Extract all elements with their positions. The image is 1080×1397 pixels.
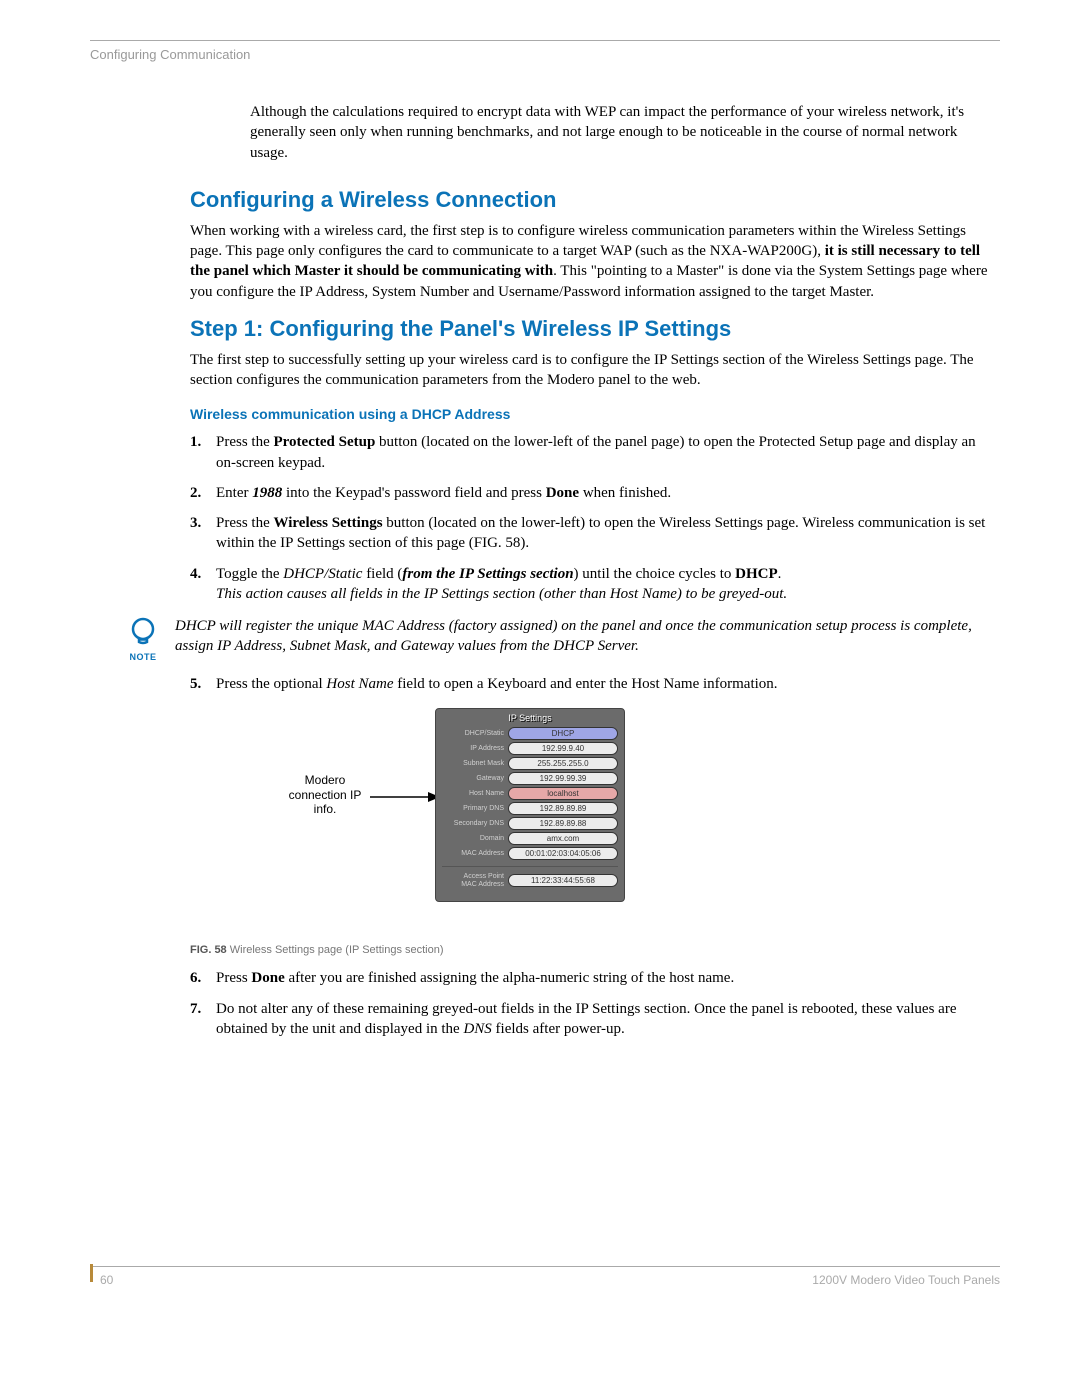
paragraph-wireless: When working with a wireless card, the f… [190, 221, 990, 302]
step-7: 7. Do not alter any of these remaining g… [190, 999, 990, 1040]
arrow-icon [370, 790, 440, 804]
header-section: Configuring Communication [90, 47, 1000, 62]
footer-product: 1200V Modero Video Touch Panels [812, 1273, 1000, 1287]
step-5: 5. Press the optional Host Name field to… [190, 674, 990, 694]
heading-step1: Step 1: Configuring the Panel's Wireless… [190, 316, 990, 342]
ip-row-value: localhost [508, 787, 618, 800]
note-label: NOTE [125, 652, 161, 662]
ip-row-value: 192.99.99.39 [508, 772, 618, 785]
subheading-dhcp: Wireless communication using a DHCP Addr… [190, 406, 990, 422]
figure-caption: FIG. 58 Wireless Settings page (IP Setti… [190, 944, 990, 956]
ip-row-label: Gateway [442, 775, 508, 783]
ip-row: Domainamx.com [442, 832, 618, 845]
ip-ap-value: 11:22:33:44:55:68 [508, 874, 618, 887]
ip-row-value: 192.89.89.89 [508, 802, 618, 815]
heading-wireless-connection: Configuring a Wireless Connection [190, 187, 990, 213]
ip-row: Subnet Mask255.255.255.0 [442, 757, 618, 770]
ip-row: DHCP/StaticDHCP [442, 727, 618, 740]
figure-58: Modero connection IP info. IP Settings D… [190, 708, 990, 938]
ip-row: IP Address192.99.9.40 [442, 742, 618, 755]
figure-callout: Modero connection IP info. [280, 773, 370, 816]
page-number: 60 [90, 1273, 113, 1287]
ip-row-label: IP Address [442, 745, 508, 753]
ip-row-value: 00:01:02:03:04:05:06 [508, 847, 618, 860]
note-block: NOTE DHCP will register the unique MAC A… [125, 614, 990, 662]
ip-settings-panel: IP Settings DHCP/StaticDHCPIP Address192… [435, 708, 625, 901]
ip-row-value: 192.89.89.88 [508, 817, 618, 830]
ip-row: Gateway192.99.99.39 [442, 772, 618, 785]
step-6: 6. Press Done after you are finished ass… [190, 968, 990, 988]
ip-row: Secondary DNS192.89.89.88 [442, 817, 618, 830]
ip-ap-label: Access Point MAC Address [442, 873, 508, 888]
ip-row-label: Secondary DNS [442, 820, 508, 828]
footer: 60 1200V Modero Video Touch Panels [90, 1260, 1000, 1287]
ip-row: Host Namelocalhost [442, 787, 618, 800]
ip-row-label: Host Name [442, 790, 508, 798]
step-1: 1. Press the Protected Setup button (loc… [190, 432, 990, 473]
ip-row-value: amx.com [508, 832, 618, 845]
step-2: 2. Enter 1988 into the Keypad's password… [190, 483, 990, 503]
ip-row-label: Primary DNS [442, 805, 508, 813]
intro-paragraph: Although the calculations required to en… [250, 102, 990, 163]
lightbulb-icon [125, 614, 161, 650]
ip-row: MAC Address00:01:02:03:04:05:06 [442, 847, 618, 860]
ip-panel-title: IP Settings [442, 713, 618, 723]
ip-row-value: 255.255.255.0 [508, 757, 618, 770]
note-text: DHCP will register the unique MAC Addres… [175, 614, 990, 657]
step-3: 3. Press the Wireless Settings button (l… [190, 513, 990, 554]
paragraph-step1: The first step to successfully setting u… [190, 350, 990, 391]
ip-row-label: Subnet Mask [442, 760, 508, 768]
ip-row-label: MAC Address [442, 850, 508, 858]
ip-row: Primary DNS192.89.89.89 [442, 802, 618, 815]
ip-row-value: DHCP [508, 727, 618, 740]
ip-row-label: DHCP/Static [442, 730, 508, 738]
ip-row-label: Domain [442, 835, 508, 843]
ip-row-value: 192.99.9.40 [508, 742, 618, 755]
step-4: 4. Toggle the DHCP/Static field (from th… [190, 564, 990, 605]
